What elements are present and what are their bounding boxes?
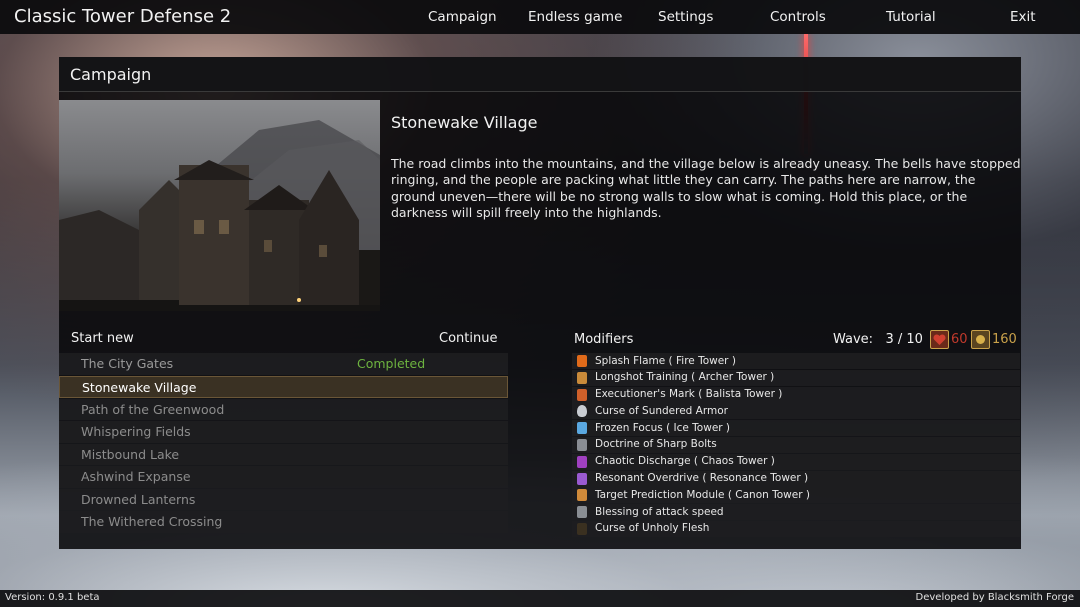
modifier-name: Executioner's Mark ( Balista Tower ) <box>595 388 783 401</box>
resonance-icon <box>577 472 587 485</box>
level-name: Ashwind Expanse <box>81 469 191 484</box>
village-illustration <box>59 120 380 311</box>
level-row-the-city-gates[interactable]: The City Gates Completed <box>59 353 508 375</box>
modifier-name: Resonant Overdrive ( Resonance Tower ) <box>595 472 809 485</box>
modifiers-label: Modifiers <box>574 332 634 347</box>
modifier-row: Blessing of attack speed <box>572 504 1020 521</box>
level-name: Whispering Fields <box>81 424 191 439</box>
wave-value: 3 / 10 <box>885 332 923 347</box>
wave-counter: Wave: 3 / 10 <box>833 332 923 347</box>
start-new-label[interactable]: Start new <box>71 331 134 346</box>
modifier-row: Longshot Training ( Archer Tower ) <box>572 369 1020 386</box>
modifier-name: Chaotic Discharge ( Chaos Tower ) <box>595 455 775 468</box>
ice-icon <box>577 422 587 435</box>
flesh-icon <box>577 522 587 535</box>
level-row-path-of-the-greenwood[interactable]: Path of the Greenwood <box>59 398 508 420</box>
version-label: Version: 0.9.1 beta <box>5 592 100 603</box>
shield-icon <box>577 405 587 418</box>
level-name: Mistbound Lake <box>81 446 180 462</box>
menu-settings[interactable]: Settings <box>658 9 713 25</box>
level-status: Completed <box>357 356 426 371</box>
gold-value: 160 <box>992 332 1017 347</box>
modifier-name: Curse of Unholy Flesh <box>595 522 710 535</box>
menu-endless-game[interactable]: Endless game <box>528 9 622 25</box>
level-row-drowned-lanterns[interactable]: Drowned Lanterns <box>59 488 508 510</box>
modifier-row: Resonant Overdrive ( Resonance Tower ) <box>572 470 1020 487</box>
modifier-name: Frozen Focus ( Ice Tower ) <box>595 421 731 434</box>
modifier-name: Longshot Training ( Archer Tower ) <box>595 371 775 384</box>
modifier-name: Target Prediction Module ( Canon Tower ) <box>595 488 810 501</box>
lives-value: 60 <box>951 332 968 347</box>
level-row-the-withered-crossing[interactable]: The Withered Crossing <box>59 511 508 533</box>
level-title: Stonewake Village <box>391 113 538 132</box>
level-row-stonewake-village[interactable]: Stonewake Village <box>59 375 508 398</box>
panel-title: Campaign <box>70 65 152 84</box>
level-name: Path of the Greenwood <box>81 401 225 417</box>
footer-bar: Version: 0.9.1 beta Developed by Blacksm… <box>0 590 1080 607</box>
level-row-whispering-fields[interactable]: Whispering Fields <box>59 421 508 443</box>
level-description: The road climbs into the mountains, and … <box>391 156 1021 221</box>
level-row-ashwind-expanse[interactable]: Ashwind Expanse <box>59 466 508 488</box>
modifier-row: Frozen Focus ( Ice Tower ) <box>572 420 1020 437</box>
menu-controls[interactable]: Controls <box>770 9 826 25</box>
modifier-row: Chaotic Discharge ( Chaos Tower ) <box>572 453 1020 470</box>
panel-header: Campaign <box>59 57 1021 92</box>
campaign-panel: Campaign Stonewake Village The road clim… <box>59 57 1021 549</box>
modifier-row: Curse of Sundered Armor <box>572 403 1020 420</box>
modifier-row: Doctrine of Sharp Bolts <box>572 436 1020 453</box>
lives-icon <box>930 330 949 349</box>
level-row-mistbound-lake[interactable]: Mistbound Lake <box>59 443 508 465</box>
modifier-row: Target Prediction Module ( Canon Tower ) <box>572 487 1020 504</box>
level-name: The Withered Crossing <box>81 514 223 529</box>
menu-tutorial[interactable]: Tutorial <box>886 9 936 25</box>
modifier-name: Splash Flame ( Fire Tower ) <box>595 354 736 367</box>
mark-icon <box>577 388 587 401</box>
modifier-row: Curse of Unholy Flesh <box>572 520 1020 537</box>
level-preview-image <box>59 100 380 311</box>
menu-exit[interactable]: Exit <box>1010 9 1036 25</box>
level-name: The City Gates <box>81 356 174 371</box>
level-list: The City Gates Completed Stonewake Villa… <box>59 353 508 534</box>
chaos-icon <box>577 455 587 468</box>
speed-icon <box>577 506 587 519</box>
level-name: Stonewake Village <box>82 379 197 395</box>
app-title: Classic Tower Defense 2 <box>14 6 232 27</box>
modifier-name: Blessing of attack speed <box>595 505 724 518</box>
flame-icon <box>577 355 587 367</box>
modifier-name: Curse of Sundered Armor <box>595 404 728 417</box>
arrow-icon <box>577 371 587 384</box>
continue-label[interactable]: Continue <box>439 331 497 346</box>
top-menu-bar: Classic Tower Defense 2 Campaign Endless… <box>0 0 1080 34</box>
developer-label: Developed by Blacksmith Forge <box>915 592 1074 603</box>
bolt-icon <box>577 438 587 451</box>
level-name: Drowned Lanterns <box>81 491 196 507</box>
wave-label: Wave: <box>833 332 874 347</box>
menu-campaign[interactable]: Campaign <box>428 9 497 25</box>
gold-icon <box>971 330 990 349</box>
modifier-name: Doctrine of Sharp Bolts <box>595 438 717 451</box>
modifier-list: Splash Flame ( Fire Tower ) Longshot Tra… <box>572 353 1020 538</box>
modifier-row: Executioner's Mark ( Balista Tower ) <box>572 386 1020 403</box>
canon-icon <box>577 489 587 502</box>
modifier-row: Splash Flame ( Fire Tower ) <box>572 353 1020 369</box>
